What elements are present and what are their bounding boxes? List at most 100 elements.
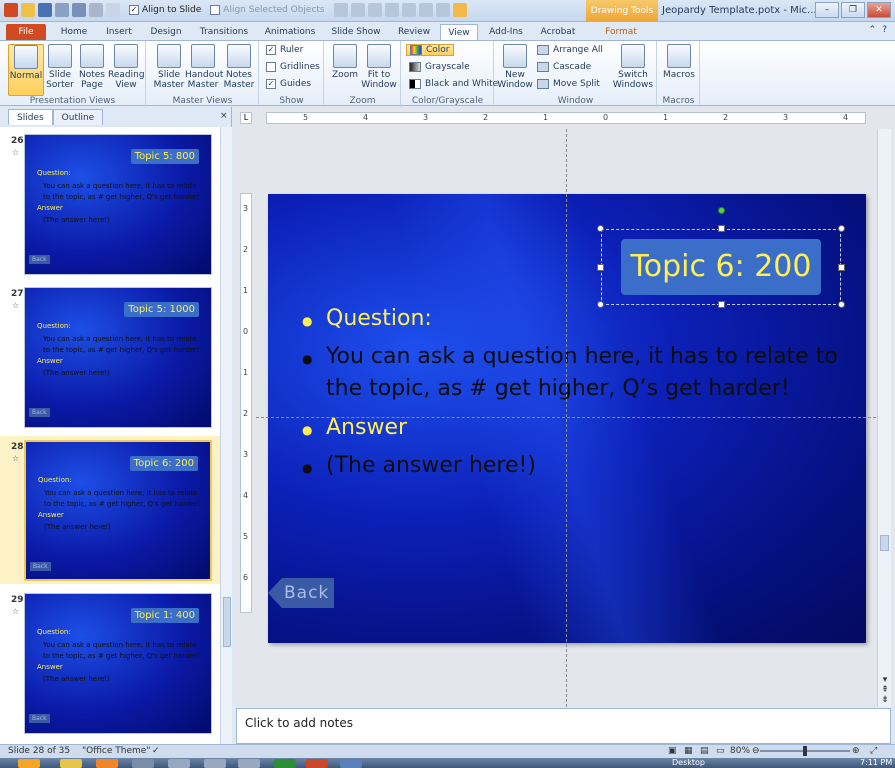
resize-handle-top[interactable] bbox=[718, 225, 725, 232]
taskbar-powerpoint-icon[interactable] bbox=[306, 759, 328, 768]
tab-home[interactable]: Home bbox=[56, 24, 92, 40]
vertical-ruler[interactable]: 3 2 1 0 1 2 3 4 5 6 bbox=[240, 193, 252, 613]
slide-thumbnail-row[interactable]: 29 ☆ Topic 1: 400 Question: You can ask a qu… bbox=[0, 589, 220, 737]
align-selected-objects-toggle[interactable]: Align Selected Objects bbox=[210, 5, 325, 15]
slide-canvas[interactable]: Topic 6: 200 ● Question: ● You can ask a… bbox=[268, 194, 866, 643]
reading-view-button[interactable]: Reading View bbox=[108, 44, 145, 96]
tab-add-ins[interactable]: Add-Ins bbox=[484, 24, 528, 40]
tab-slides[interactable]: Slides bbox=[8, 109, 53, 125]
taskbar-firefox-icon[interactable] bbox=[96, 759, 118, 768]
spell-check-icon[interactable]: ✓ bbox=[152, 746, 160, 756]
slide-sorter-button[interactable]: Slide Sorter bbox=[42, 44, 78, 96]
zoom-out-icon[interactable]: ⊖ bbox=[752, 746, 760, 756]
slide-thumbnail-row[interactable]: 26 ☆ Topic 5: 800 Question: You can ask a qu… bbox=[0, 130, 220, 278]
cascade-button[interactable]: Cascade bbox=[537, 62, 591, 72]
slide-thumbnail-row[interactable]: 27 ☆ Topic 5: 1000 Question: You can ask a q… bbox=[0, 283, 220, 431]
tab-stop-selector-icon[interactable]: L bbox=[240, 112, 252, 124]
sorter-view-status-icon[interactable]: ▦ bbox=[684, 746, 693, 756]
slideshow-status-icon[interactable]: ▭ bbox=[716, 746, 725, 756]
guides-checkbox[interactable]: ✓ Guides bbox=[266, 79, 311, 89]
help-icon[interactable]: ? bbox=[882, 25, 887, 35]
gridlines-checkbox[interactable]: Gridlines bbox=[266, 62, 320, 72]
resize-handle-bottom-right[interactable] bbox=[838, 301, 845, 308]
tab-format[interactable]: Format bbox=[596, 24, 646, 40]
undo-icon[interactable] bbox=[72, 3, 86, 17]
tab-transitions[interactable]: Transitions bbox=[196, 24, 252, 40]
zoom-button[interactable]: Zoom bbox=[327, 44, 363, 96]
notes-pane[interactable]: Click to add notes bbox=[236, 708, 891, 744]
notes-master-button[interactable]: Notes Master bbox=[221, 44, 257, 96]
arrange-all-button[interactable]: Arrange All bbox=[537, 45, 603, 55]
color-button[interactable]: Color bbox=[406, 44, 454, 56]
horizontal-guide[interactable] bbox=[256, 417, 876, 418]
slide-thumbnail[interactable]: Topic 1: 400 Question: You can ask a quest… bbox=[24, 593, 212, 734]
tab-slide-show[interactable]: Slide Show bbox=[328, 24, 384, 40]
reading-view-status-icon[interactable]: ▤ bbox=[700, 746, 709, 756]
tab-outline[interactable]: Outline bbox=[52, 109, 104, 125]
group-objects-icon[interactable] bbox=[106, 3, 120, 17]
normal-view-status-icon[interactable]: ▣ bbox=[668, 746, 677, 756]
slide-thumbnail-row[interactable]: 28 ☆ Topic 6: 200 Question: You can ask a qu… bbox=[0, 436, 220, 584]
rotation-handle[interactable] bbox=[718, 207, 725, 214]
handout-master-button[interactable]: Handout Master bbox=[185, 44, 223, 96]
black-and-white-button[interactable]: Black and White bbox=[409, 79, 498, 89]
tab-design[interactable]: Design bbox=[146, 24, 186, 40]
scrollbar-thumb[interactable] bbox=[880, 535, 889, 551]
zoom-slider-thumb[interactable] bbox=[803, 746, 807, 756]
tab-view[interactable]: View bbox=[440, 24, 478, 40]
distribute-icon[interactable] bbox=[435, 3, 450, 17]
taskbar-app-icon[interactable] bbox=[340, 759, 362, 768]
align-left-icon[interactable] bbox=[333, 3, 348, 17]
resize-handle-top-left[interactable] bbox=[597, 225, 604, 232]
ruler-checkbox[interactable]: ✓ Ruler bbox=[266, 45, 303, 55]
slide-master-button[interactable]: Slide Master bbox=[151, 44, 187, 96]
move-split-button[interactable]: Move Split bbox=[537, 79, 600, 89]
scroll-arrows-icon[interactable]: ▾ ⇞ ⇟ bbox=[879, 675, 891, 705]
taskbar-excel-icon[interactable] bbox=[274, 759, 296, 768]
taskbar-app-icon[interactable] bbox=[238, 759, 260, 768]
align-middle-icon[interactable] bbox=[401, 3, 416, 17]
tab-animations[interactable]: Animations bbox=[262, 24, 318, 40]
grayscale-button[interactable]: Grayscale bbox=[409, 62, 470, 72]
macros-button[interactable]: Macros bbox=[661, 44, 697, 96]
editor-scrollbar[interactable]: ▾ ⇞ ⇟ bbox=[877, 129, 891, 707]
start-button-icon[interactable] bbox=[18, 759, 40, 768]
save-icon[interactable] bbox=[38, 3, 52, 17]
slides-pane-scrollbar[interactable] bbox=[220, 127, 232, 744]
vertical-guide[interactable] bbox=[566, 129, 567, 707]
taskbar-app-icon[interactable] bbox=[204, 759, 226, 768]
open-folder-icon[interactable] bbox=[21, 3, 35, 17]
taskbar-app-icon[interactable] bbox=[168, 759, 190, 768]
desktop-toolbar-label[interactable]: Desktop bbox=[672, 758, 705, 767]
resize-handle-bottom[interactable] bbox=[718, 301, 725, 308]
slide-title[interactable]: Topic 6: 200 bbox=[621, 239, 821, 295]
tab-acrobat[interactable]: Acrobat bbox=[536, 24, 580, 40]
horizontal-ruler[interactable]: 5 4 3 2 1 0 1 2 3 4 bbox=[266, 112, 866, 124]
taskbar-app-icon[interactable] bbox=[132, 759, 154, 768]
tab-insert[interactable]: Insert bbox=[100, 24, 138, 40]
new-window-button[interactable]: New Window bbox=[497, 44, 533, 96]
close-button[interactable]: ✕ bbox=[867, 2, 891, 18]
resize-handle-top-right[interactable] bbox=[838, 225, 845, 232]
scrollbar-thumb[interactable] bbox=[223, 597, 231, 647]
align-right-icon[interactable] bbox=[367, 3, 382, 17]
resize-handle-right[interactable] bbox=[838, 264, 845, 271]
zoom-in-icon[interactable]: ⊕ bbox=[852, 746, 860, 756]
fit-to-window-button[interactable]: Fit to Window bbox=[361, 44, 397, 96]
switch-windows-button[interactable]: Switch Windows bbox=[611, 44, 655, 96]
resize-handle-left[interactable] bbox=[597, 264, 604, 271]
resize-handle-bottom-left[interactable] bbox=[597, 301, 604, 308]
align-top-icon[interactable] bbox=[384, 3, 399, 17]
align-bottom-icon[interactable] bbox=[418, 3, 433, 17]
slide-thumbnail[interactable]: Topic 6: 200 Question: You can ask a quest… bbox=[24, 440, 212, 581]
align-center-icon[interactable] bbox=[350, 3, 365, 17]
notes-page-button[interactable]: Notes Page bbox=[74, 44, 110, 96]
tab-review[interactable]: Review bbox=[394, 24, 434, 40]
minimize-button[interactable]: – bbox=[815, 2, 839, 18]
slide-thumbnail[interactable]: Topic 5: 800 Question: You can ask a quest… bbox=[24, 134, 212, 275]
back-button[interactable]: Back bbox=[268, 578, 334, 608]
tab-file[interactable]: File bbox=[6, 24, 46, 40]
taskbar-folder-icon[interactable] bbox=[60, 759, 82, 768]
restore-button[interactable]: ❐ bbox=[841, 2, 865, 18]
redo-icon[interactable] bbox=[89, 3, 103, 17]
